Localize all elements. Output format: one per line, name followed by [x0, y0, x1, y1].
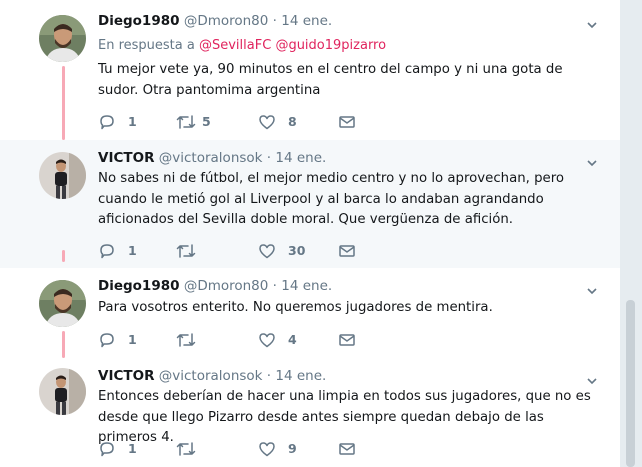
author-name[interactable]: VICTOR: [98, 368, 154, 384]
caret-down-icon[interactable]: [586, 372, 598, 385]
like-button[interactable]: 8: [258, 113, 297, 131]
retweet-button[interactable]: 5: [176, 113, 211, 131]
reply-icon: [100, 244, 114, 259]
tweet-actions: 1 30: [98, 242, 368, 260]
like-count: 30: [288, 243, 306, 258]
tweet-date[interactable]: 14 ene.: [281, 278, 332, 294]
tweet-actions: 1 5 8: [98, 113, 368, 131]
separator: ·: [266, 368, 272, 384]
author-name[interactable]: VICTOR: [98, 150, 154, 166]
retweet-icon: [176, 333, 196, 347]
tweet-text: Tu mejor vete ya, 90 minutos en el centr…: [98, 62, 563, 98]
reply-prefix: En respuesta a: [98, 38, 195, 53]
like-icon: [259, 244, 275, 259]
direct-message-icon: [339, 116, 355, 128]
like-count: 8: [288, 114, 297, 129]
direct-message-button[interactable]: [338, 331, 356, 349]
reply-context: En respuesta a @SevillaFC @guido19pizarr…: [98, 38, 386, 54]
reply-icon: [100, 333, 114, 348]
reply-button[interactable]: 1: [98, 242, 137, 260]
like-icon: [259, 442, 275, 457]
avatar[interactable]: [39, 152, 86, 199]
tweet-text: No sabes ni de fútbol, el mejor medio ce…: [98, 171, 565, 227]
tweet-1[interactable]: Diego1980 @Dmoron80 · 14 ene. En respues…: [0, 0, 620, 140]
reply-button[interactable]: 1: [98, 440, 137, 458]
caret-down-icon[interactable]: [586, 16, 598, 29]
tweet-header: VICTOR @victoralonsok · 14 ene.: [98, 150, 326, 166]
tweet-actions: 1 4: [98, 331, 368, 349]
separator: ·: [272, 13, 277, 29]
avatar[interactable]: [39, 368, 86, 415]
like-button[interactable]: 30: [258, 242, 305, 260]
tweet-2[interactable]: VICTOR @victoralonsok · 14 ene. No sabes…: [0, 140, 620, 268]
reply-button[interactable]: 1: [98, 331, 137, 349]
avatar[interactable]: [39, 280, 86, 327]
retweet-button[interactable]: [176, 331, 208, 349]
author-handle[interactable]: @victoralonsok: [159, 150, 263, 166]
tweet-3[interactable]: Diego1980 @Dmoron80 · 14 ene. Para vosot…: [0, 250, 620, 358]
author-name[interactable]: Diego1980: [98, 278, 180, 294]
author-handle[interactable]: @victoralonsok: [159, 368, 263, 384]
tweet-date[interactable]: 14 ene.: [281, 13, 332, 29]
thread-line: [62, 331, 65, 358]
like-button[interactable]: 4: [258, 331, 297, 349]
tweet-header: Diego1980 @Dmoron80 · 14 ene.: [98, 278, 332, 294]
retweet-count: 5: [202, 114, 211, 129]
mention-link[interactable]: @guido19pizarro: [275, 38, 386, 53]
direct-message-button[interactable]: [338, 440, 356, 458]
retweet-button[interactable]: [176, 440, 208, 458]
caret-down-icon[interactable]: [586, 154, 598, 167]
author-handle[interactable]: @Dmoron80: [184, 278, 269, 294]
tweet-date[interactable]: 14 ene.: [275, 368, 326, 384]
thread-line: [62, 66, 65, 140]
tweet-actions: 1 9: [98, 440, 368, 458]
reply-count: 1: [128, 243, 137, 258]
reply-count: 1: [128, 441, 137, 456]
like-button[interactable]: 9: [258, 440, 297, 458]
scrollbar[interactable]: [626, 300, 635, 467]
like-count: 4: [288, 332, 297, 347]
tweet-date[interactable]: 14 ene.: [275, 150, 326, 166]
tweet-4[interactable]: VICTOR @victoralonsok · 14 ene. Entonces…: [0, 358, 620, 467]
retweet-button[interactable]: [176, 242, 208, 260]
direct-message-button[interactable]: [338, 113, 356, 131]
reply-icon: [100, 115, 114, 130]
tweet-text: Para vosotros enterito. No queremos juga…: [98, 300, 493, 315]
caret-down-icon[interactable]: [586, 282, 598, 295]
retweet-icon: [176, 442, 196, 456]
separator: ·: [266, 150, 272, 166]
reply-icon: [100, 442, 114, 457]
retweet-icon: [176, 115, 196, 129]
reply-count: 1: [128, 114, 137, 129]
separator: ·: [272, 278, 277, 294]
like-count: 9: [288, 441, 297, 456]
direct-message-icon: [339, 443, 355, 455]
direct-message-button[interactable]: [338, 242, 356, 260]
reply-count: 1: [128, 332, 137, 347]
avatar[interactable]: [39, 15, 86, 62]
mention-link[interactable]: @SevillaFC: [199, 38, 271, 53]
tweet-header: VICTOR @victoralonsok · 14 ene.: [98, 368, 326, 384]
reply-button[interactable]: 1: [98, 113, 137, 131]
author-handle[interactable]: @Dmoron80: [184, 13, 269, 29]
retweet-icon: [176, 244, 196, 258]
author-name[interactable]: Diego1980: [98, 13, 180, 29]
direct-message-icon: [339, 334, 355, 346]
like-icon: [259, 333, 275, 348]
like-icon: [259, 115, 275, 130]
thread-line: [62, 250, 65, 262]
direct-message-icon: [339, 245, 355, 257]
tweet-header: Diego1980 @Dmoron80 · 14 ene.: [98, 13, 332, 29]
